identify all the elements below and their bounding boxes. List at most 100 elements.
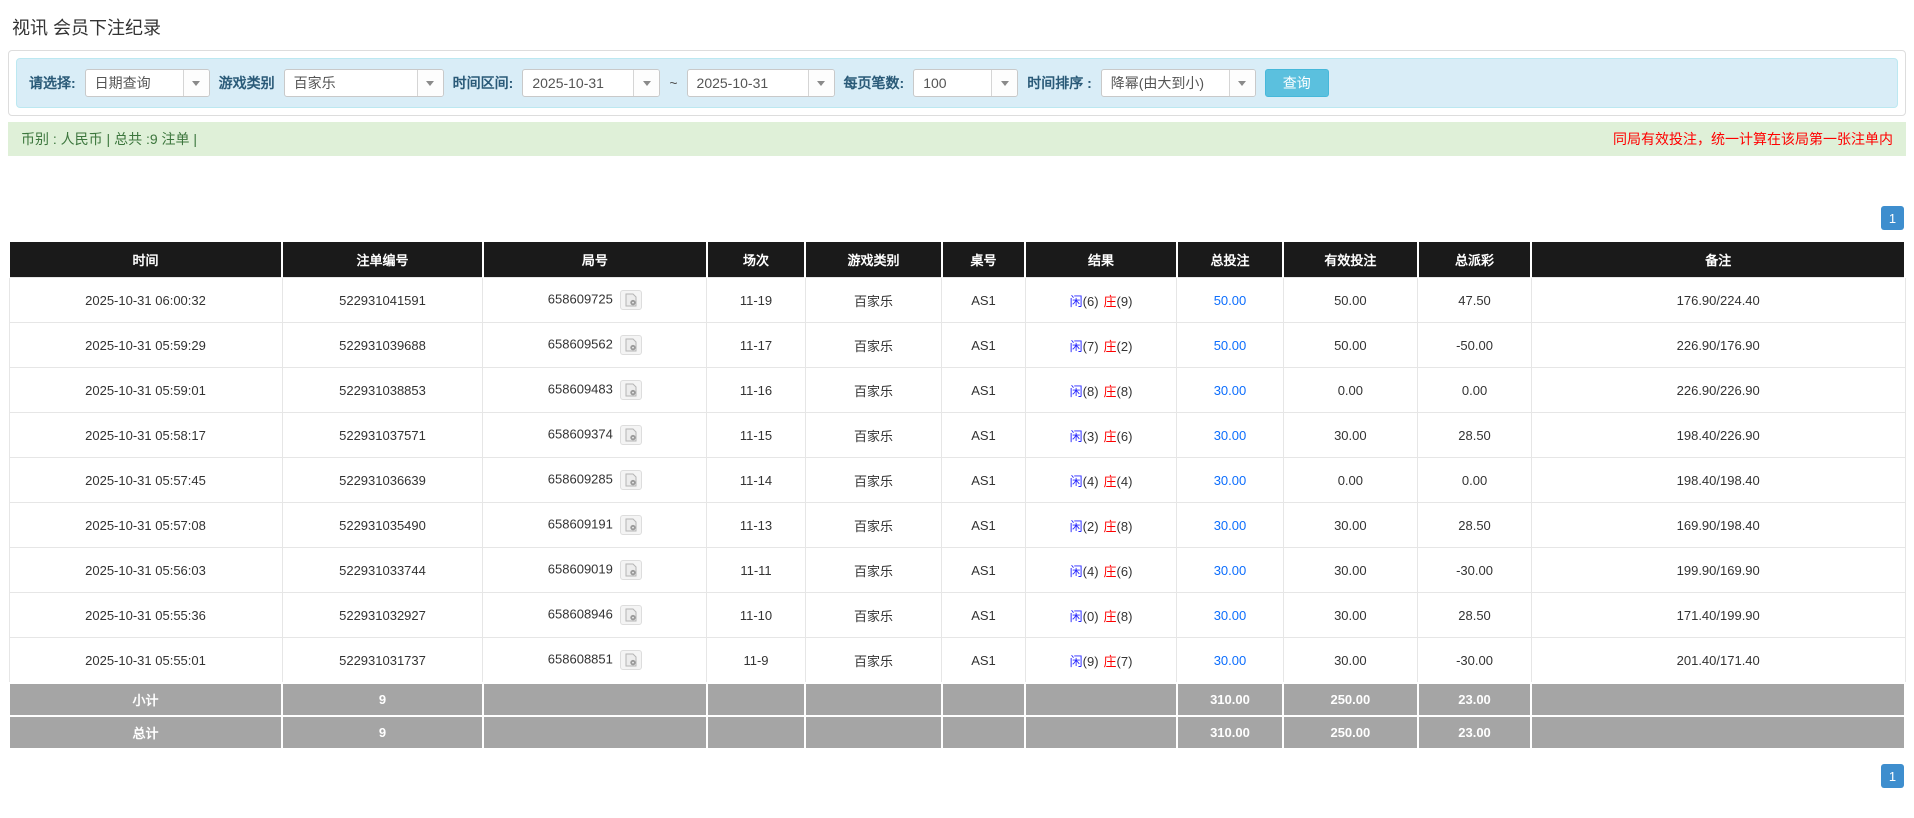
table-row: 2025-10-31 05:57:45 522931036639 6586092… xyxy=(8,457,1906,503)
col-header-result: 结果 xyxy=(1024,242,1178,278)
total-bet-link[interactable]: 30.00 xyxy=(1214,518,1247,533)
query-type-value[interactable]: 日期查询 xyxy=(86,70,183,96)
round-number: 658609725 xyxy=(547,291,613,307)
result-banker-score: (8) xyxy=(1116,383,1133,399)
date-range-separator: ~ xyxy=(669,75,678,91)
cell-remark: 226.90/176.90 xyxy=(1530,322,1906,368)
cell-table-no: AS1 xyxy=(941,367,1026,413)
date-from-select[interactable]: 2025-10-31 xyxy=(522,69,661,97)
page-size-label: 每页笔数: xyxy=(843,75,905,91)
cell-round: 658609562 xyxy=(482,322,708,368)
cell-session: 11-17 xyxy=(706,322,806,368)
page-size-select[interactable]: 100 xyxy=(913,69,1019,97)
cell-remark: 201.40/171.40 xyxy=(1530,637,1906,684)
table-row: 2025-10-31 05:55:36 522931032927 6586089… xyxy=(8,592,1906,638)
cell-empty xyxy=(481,682,708,717)
cell-session: 11-9 xyxy=(706,637,806,684)
cell-valid-bet: 30.00 xyxy=(1282,637,1419,684)
date-to-select[interactable]: 2025-10-31 xyxy=(686,69,835,97)
chevron-down-icon[interactable] xyxy=(182,70,209,96)
table-row: 2025-10-31 05:57:08 522931035490 6586091… xyxy=(8,502,1906,548)
cell-time: 2025-10-31 06:00:32 xyxy=(8,277,283,323)
cell-total-bet: 30.00 xyxy=(1176,412,1284,458)
page-1-button[interactable]: 1 xyxy=(1881,206,1904,230)
cell-total-bet: 30.00 xyxy=(1176,547,1284,593)
cell-total-bet: 30.00 xyxy=(1176,457,1284,503)
cell-round: 658609483 xyxy=(482,367,708,413)
cell-session: 11-13 xyxy=(706,502,806,548)
time-sort-select[interactable]: 降幂(由大到小) xyxy=(1100,69,1256,97)
result-banker-score: (8) xyxy=(1116,518,1133,534)
cell-time: 2025-10-31 05:57:08 xyxy=(8,502,283,548)
cell-game-type: 百家乐 xyxy=(804,367,943,413)
subtotal-row: 小计 9 310.00 250.00 23.00 xyxy=(7,682,1906,717)
total-bet-link[interactable]: 30.00 xyxy=(1214,383,1247,398)
result-player-label: 闲 xyxy=(1069,518,1083,534)
query-type-label: 请选择: xyxy=(29,75,76,91)
date-from-value[interactable]: 2025-10-31 xyxy=(523,70,633,96)
game-type-label: 游戏类别 xyxy=(218,75,275,91)
video-replay-icon[interactable] xyxy=(619,515,642,535)
query-type-select[interactable]: 日期查询 xyxy=(84,69,210,97)
total-bet-link[interactable]: 50.00 xyxy=(1214,338,1247,353)
chevron-down-icon[interactable] xyxy=(807,70,834,96)
result-player-label: 闲 xyxy=(1069,653,1083,669)
cell-result: 闲(4) 庄(6) xyxy=(1024,547,1178,593)
total-bet-link[interactable]: 30.00 xyxy=(1214,608,1247,623)
cell-table-no: AS1 xyxy=(941,547,1026,593)
cell-remark: 169.90/198.40 xyxy=(1530,502,1906,548)
video-replay-icon[interactable] xyxy=(619,560,642,580)
date-to-value[interactable]: 2025-10-31 xyxy=(688,70,808,96)
cell-round: 658609725 xyxy=(482,277,708,323)
video-replay-icon[interactable] xyxy=(619,290,642,310)
result-player-label: 闲 xyxy=(1069,338,1083,354)
cell-round: 658609374 xyxy=(482,412,708,458)
game-type-select[interactable]: 百家乐 xyxy=(283,69,444,97)
cell-time: 2025-10-31 05:55:01 xyxy=(8,637,283,684)
result-player-label: 闲 xyxy=(1069,293,1083,309)
video-replay-icon[interactable] xyxy=(619,425,642,445)
round-number: 658609285 xyxy=(547,471,613,487)
cell-bet-id: 522931039688 xyxy=(281,322,484,368)
total-total-bet: 310.00 xyxy=(1175,715,1285,750)
page-title: 视讯 会员下注纪录 xyxy=(12,18,162,38)
subtotal-total-bet: 310.00 xyxy=(1175,682,1285,717)
chevron-down-icon[interactable] xyxy=(1228,70,1255,96)
cell-result: 闲(3) 庄(6) xyxy=(1024,412,1178,458)
valid-bet-notice-text: 同局有效投注，统一计算在该局第一张注单内 xyxy=(1613,131,1893,147)
chevron-down-icon[interactable] xyxy=(416,70,443,96)
total-bet-link[interactable]: 30.00 xyxy=(1214,563,1247,578)
total-bet-link[interactable]: 30.00 xyxy=(1214,653,1247,668)
total-bet-link[interactable]: 30.00 xyxy=(1214,428,1247,443)
result-player-score: (2) xyxy=(1082,518,1099,534)
cell-time: 2025-10-31 05:59:01 xyxy=(8,367,283,413)
result-banker-label: 庄 xyxy=(1103,428,1117,444)
cell-payout: -50.00 xyxy=(1417,322,1532,368)
page-size-value[interactable]: 100 xyxy=(914,70,991,96)
cell-empty xyxy=(481,715,708,750)
time-sort-value[interactable]: 降幂(由大到小) xyxy=(1102,70,1229,96)
cell-game-type: 百家乐 xyxy=(804,322,943,368)
filter-bar: 请选择: 日期查询 游戏类别 百家乐 时间区间: 2025-10-31 ~ 20… xyxy=(16,58,1898,108)
cell-game-type: 百家乐 xyxy=(804,637,943,684)
cell-valid-bet: 0.00 xyxy=(1282,367,1419,413)
chevron-down-icon[interactable] xyxy=(633,70,660,96)
cell-table-no: AS1 xyxy=(941,637,1026,684)
table-body: 2025-10-31 06:00:32 522931041591 6586097… xyxy=(8,277,1906,684)
video-replay-icon[interactable] xyxy=(619,605,642,625)
video-replay-icon[interactable] xyxy=(619,380,642,400)
page-1-button[interactable]: 1 xyxy=(1881,764,1904,788)
result-banker-score: (6) xyxy=(1116,563,1133,579)
game-type-value[interactable]: 百家乐 xyxy=(285,70,417,96)
search-button[interactable]: 查询 xyxy=(1264,69,1329,97)
total-count: 9 xyxy=(281,715,484,750)
cell-empty xyxy=(1024,715,1178,750)
total-bet-link[interactable]: 30.00 xyxy=(1214,473,1247,488)
result-banker-score: (9) xyxy=(1116,293,1133,309)
cell-session: 11-14 xyxy=(706,457,806,503)
video-replay-icon[interactable] xyxy=(619,470,642,490)
video-replay-icon[interactable] xyxy=(619,335,642,355)
total-bet-link[interactable]: 50.00 xyxy=(1214,293,1247,308)
chevron-down-icon[interactable] xyxy=(991,70,1018,96)
video-replay-icon[interactable] xyxy=(619,650,642,670)
